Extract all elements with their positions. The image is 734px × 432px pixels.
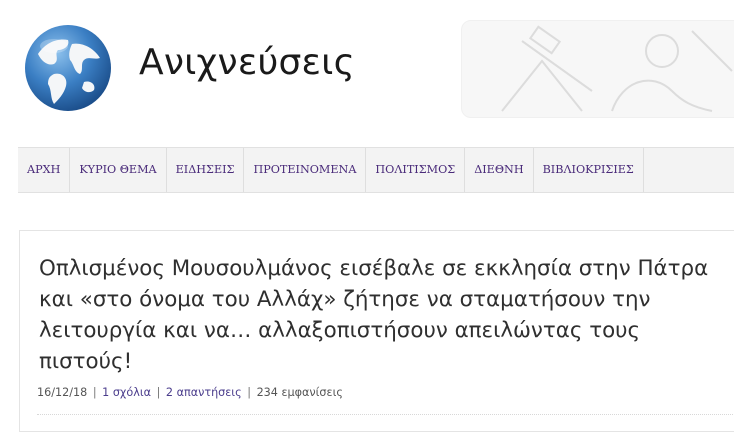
meta-separator: |: [156, 386, 161, 399]
globe-icon[interactable]: [24, 24, 112, 112]
nav-item-main-topic[interactable]: ΚΥΡΙΟ ΘΕΜΑ: [70, 148, 167, 192]
nav-item-news[interactable]: ΕΙΔΗΣΕΙΣ: [167, 148, 245, 192]
site-header: Ανιχνεύσεις: [0, 0, 734, 140]
comments-link[interactable]: 1 σχόλια: [102, 386, 151, 399]
site-title[interactable]: Ανιχνεύσεις: [139, 42, 355, 83]
nav-item-culture[interactable]: ΠΟΛΙΤΙΣΜΟΣ: [366, 148, 466, 192]
meta-separator: |: [247, 386, 251, 399]
views-count: 234 εμφανίσεις: [256, 386, 343, 399]
nav-item-recommended[interactable]: ΠΡΟΤΕΙΝΟΜΕΝΑ: [244, 148, 367, 192]
replies-link[interactable]: 2 απαντήσεις: [166, 386, 242, 399]
meta-separator: |: [92, 386, 97, 399]
post-date: 16/12/18: [37, 386, 88, 399]
divider: [37, 414, 734, 415]
nav-item-book-reviews[interactable]: ΒΙΒΛΙΟΚΡΙΣΙΕΣ: [534, 148, 644, 192]
post-title[interactable]: Οπλισμένος Μουσουλμάνος εισέβαλε σε εκκλ…: [39, 253, 729, 377]
nav-item-international[interactable]: ΔΙΕΘΝΗ: [465, 148, 534, 192]
post-meta: 16/12/18 | 1 σχόλια | 2 απαντήσεις | 234…: [37, 386, 343, 399]
telescope-icon: [501, 25, 733, 112]
nav-item-home[interactable]: ΑΡΧΗ: [18, 148, 71, 192]
main-navigation: ΑΡΧΗ ΚΥΡΙΟ ΘΕΜΑ ΕΙΔΗΣΕΙΣ ΠΡΟΤΕΙΝΟΜΕΝΑ ΠΟ…: [18, 147, 734, 193]
header-banner: [461, 20, 734, 118]
post-card: Οπλισμένος Μουσουλμάνος εισέβαλε σε εκκλ…: [19, 230, 734, 432]
